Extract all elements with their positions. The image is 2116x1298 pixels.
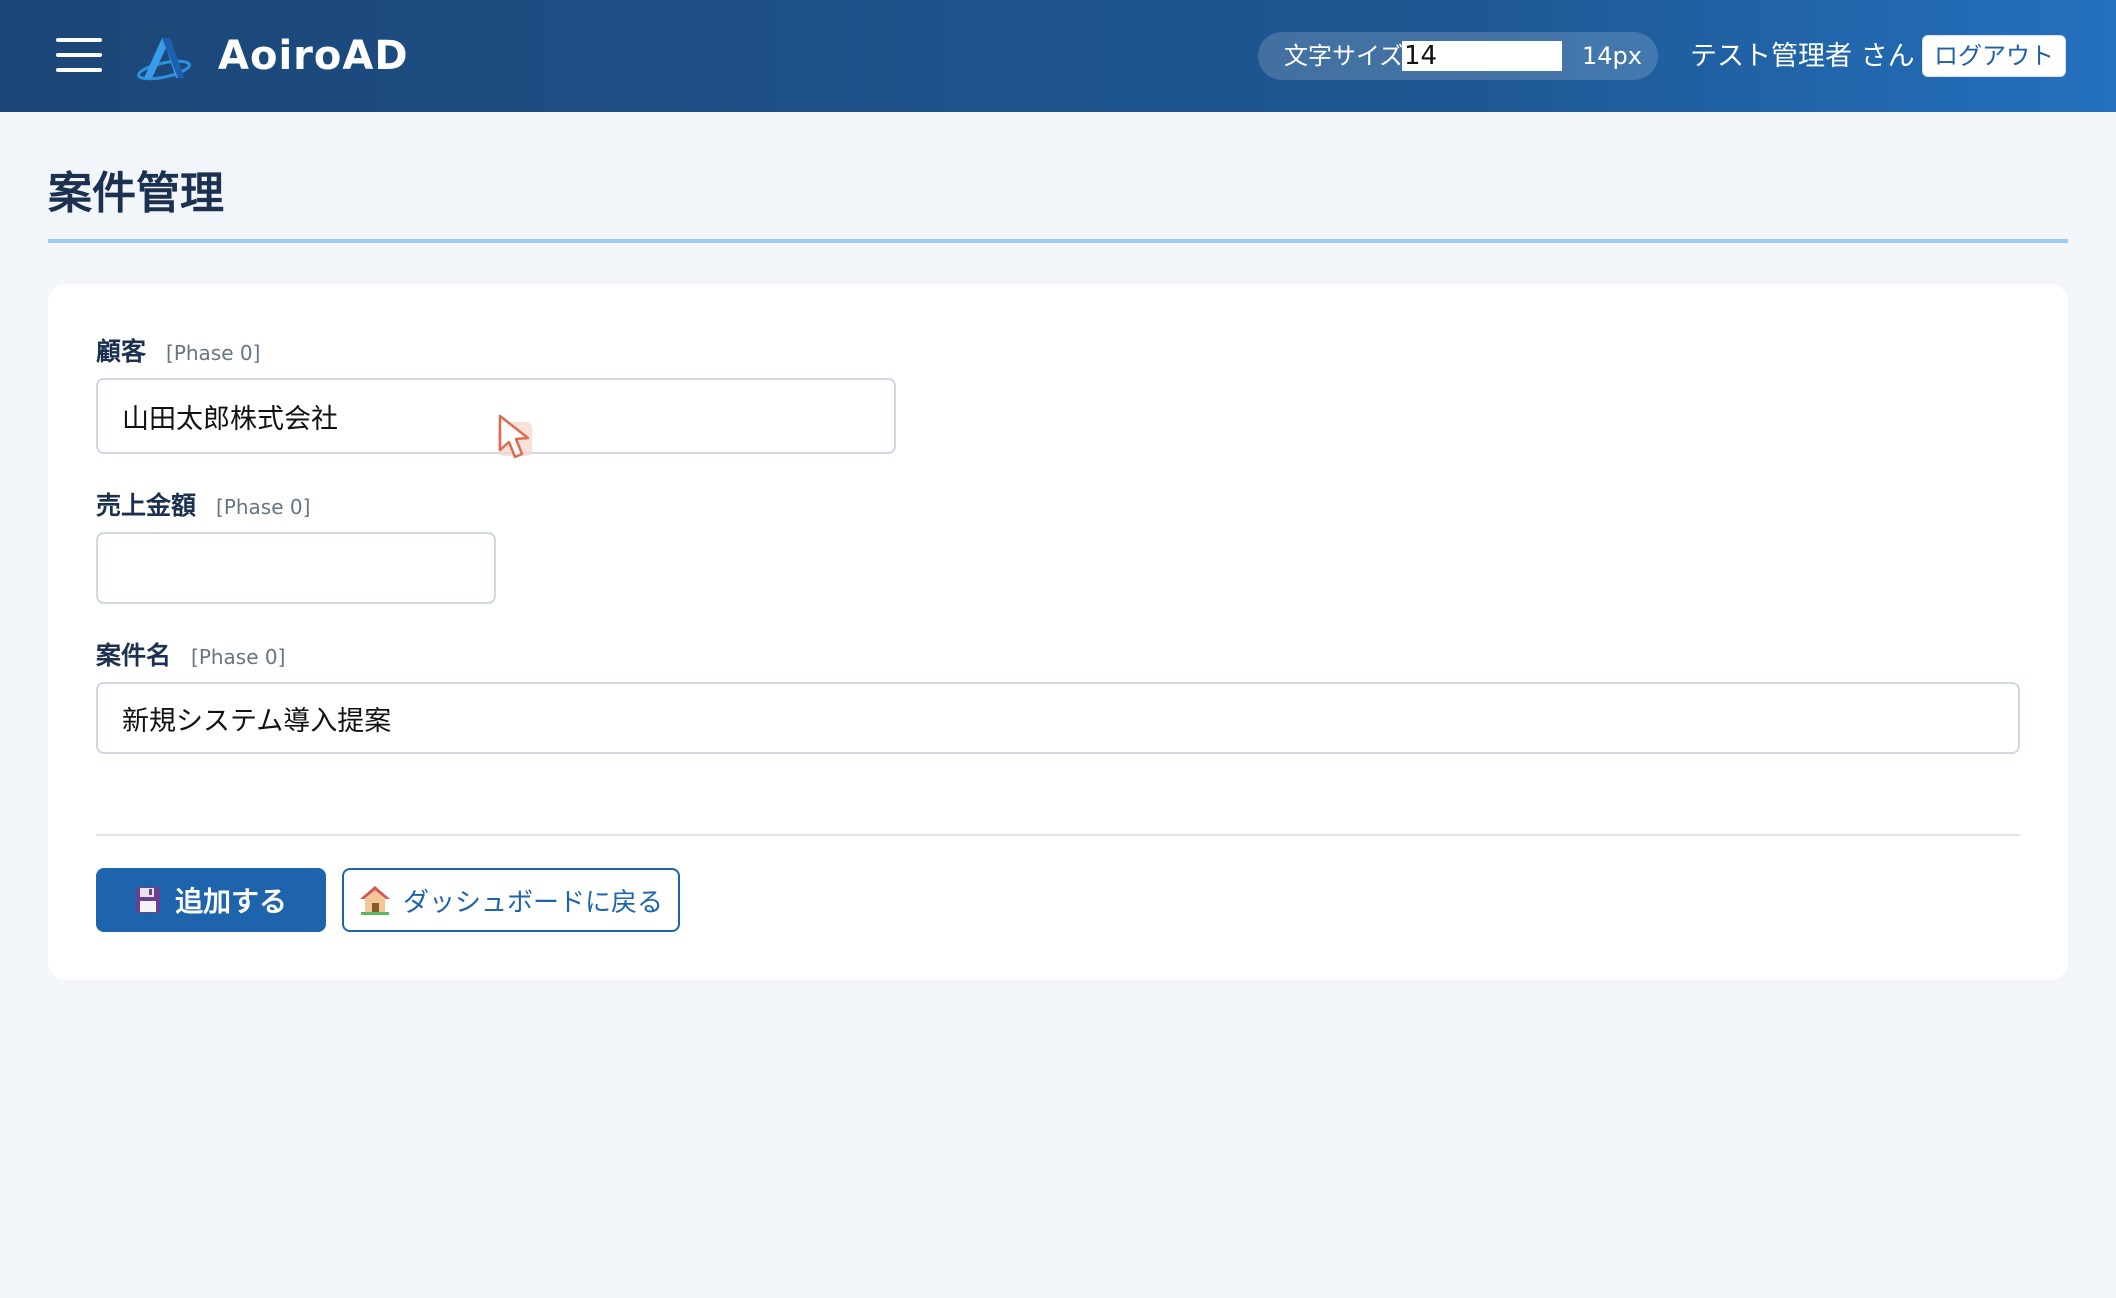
- font-size-input[interactable]: [1402, 41, 1562, 71]
- floppy-disk-icon: [135, 887, 160, 913]
- menu-bar: [56, 53, 102, 57]
- form-divider: [96, 834, 2020, 836]
- amount-label: 売上金額 [Phase 0]: [96, 488, 310, 525]
- menu-bar: [56, 68, 102, 72]
- mouse-pointer-icon: [498, 414, 532, 459]
- customer-label: 顧客 [Phase 0]: [96, 334, 260, 371]
- amount-phase: [Phase 0]: [216, 495, 311, 519]
- amount-label-text: 売上金額: [96, 491, 197, 520]
- hamburger-menu-icon[interactable]: [56, 36, 102, 74]
- customer-label-text: 顧客: [96, 337, 147, 366]
- app-header: AoiroAD 文字サイズ 14px テスト管理者 さん ログアウト: [0, 0, 2116, 112]
- brand-name[interactable]: AoiroAD: [218, 28, 409, 84]
- customer-phase: [Phase 0]: [166, 341, 261, 365]
- add-button[interactable]: 追加する: [96, 868, 326, 932]
- form-card: 顧客 [Phase 0] 売上金額 [Phase 0] 案件名 [Phase 0] 追…: [48, 284, 2068, 980]
- font-size-display: 14px: [1582, 42, 1642, 70]
- font-size-control: 文字サイズ 14px: [1258, 32, 1658, 80]
- back-button-label: ダッシュボードに戻る: [402, 887, 663, 918]
- font-size-label: 文字サイズ: [1284, 42, 1404, 70]
- project-name-phase: [Phase 0]: [191, 645, 286, 669]
- project-name-label: 案件名 [Phase 0]: [96, 638, 285, 675]
- project-name-label-text: 案件名: [96, 641, 172, 670]
- menu-bar: [56, 38, 102, 42]
- aoiro-logo-icon: [137, 38, 191, 81]
- add-button-label: 追加する: [174, 885, 287, 918]
- project-name-input[interactable]: [96, 682, 2020, 754]
- page-title: 案件管理: [48, 168, 224, 219]
- amount-input[interactable]: [96, 532, 496, 604]
- back-to-dashboard-button[interactable]: ダッシュボードに戻る: [342, 868, 680, 932]
- title-divider: [48, 239, 2068, 243]
- house-icon: [359, 886, 390, 915]
- user-name: テスト管理者 さん: [1690, 41, 1915, 72]
- logout-button[interactable]: ログアウト: [1922, 35, 2066, 77]
